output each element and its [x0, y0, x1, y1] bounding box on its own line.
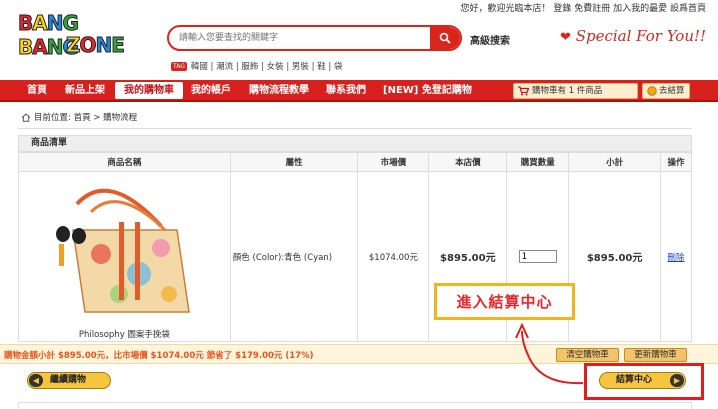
search-box — [167, 25, 462, 51]
tag-badge: TAG — [171, 62, 187, 71]
table-header-row: 商品名稱 屬性 市場價 本店價 購買數量 小計 操作 — [18, 152, 692, 172]
advanced-search-link[interactable]: 高級搜索 — [470, 32, 510, 47]
checkout-highlight-box — [584, 363, 704, 400]
search-input[interactable] — [179, 30, 419, 46]
arrow-left-icon: ◀ — [29, 374, 43, 387]
section-title: 商品清單 — [18, 135, 692, 152]
product-image[interactable] — [49, 174, 199, 314]
continue-shopping-button[interactable]: ◀ 繼續購物 — [27, 372, 111, 389]
breadcrumb: 目前位置: 首頁 > 購物流程 — [18, 111, 692, 129]
summary-text: 購物金額小計 $895.00元，比市場價 $1074.00元 節省了 $179.… — [4, 351, 314, 361]
market-price: $1074.00元 — [357, 171, 430, 342]
top-links[interactable]: 您好，歡迎光臨本店！ 登錄 免費註冊 加入我的最愛 設爲首頁 — [461, 1, 706, 14]
update-cart-button[interactable]: 更新購物車 — [624, 348, 687, 362]
action-cell: 刪除 — [660, 171, 692, 342]
clear-cart-button[interactable]: 清空購物車 — [556, 348, 619, 362]
cart-info-label: 購物車有 1 件商品 — [532, 86, 603, 96]
col-product-name: 商品名稱 — [18, 152, 231, 172]
product-name[interactable]: Philosophy 圖案手挽袋 — [19, 328, 230, 340]
delete-link[interactable]: 刪除 — [668, 253, 685, 263]
nav-my-cart[interactable]: 我的購物車 — [115, 82, 183, 99]
continue-shopping-label: 繼續購物 — [50, 375, 87, 385]
product-cell: Philosophy 圖案手挽袋 — [18, 171, 231, 342]
nav-my-account[interactable]: 我的帳戶 — [188, 82, 234, 99]
nav-checkout-button[interactable]: 去結算 — [642, 83, 690, 99]
nav-home[interactable]: 首頁 — [18, 82, 56, 99]
checkout-callout: 進入結算中心 — [434, 283, 575, 320]
hot-tags: TAG 韓國 | 潮流 | 服飾 | 女裝 | 男裝 | 鞋 | 袋 — [171, 60, 342, 72]
site-logo[interactable]: BANG BANG ZONE — [17, 11, 140, 63]
handbag-image — [56, 188, 191, 313]
search-icon — [439, 32, 451, 44]
coin-icon — [647, 86, 657, 96]
nav-contact-us[interactable]: 聯系我們 — [323, 82, 369, 99]
logo-text-line2: ZONE — [66, 33, 126, 58]
nav-shopping-guide[interactable]: 購物流程教學 — [244, 82, 314, 99]
heart-icon: ❤ — [560, 30, 571, 45]
special-text: Special For You!! — [575, 27, 707, 45]
search-button[interactable] — [430, 27, 460, 49]
subtotal: $895.00元 — [568, 171, 662, 342]
product-attributes: 顏色 (Color):青色 (Cyan) — [229, 171, 359, 342]
nav-checkout-label: 去結算 — [659, 86, 685, 96]
col-attributes: 屬性 — [229, 152, 359, 172]
nav-guest-checkout[interactable]: [NEW] 免登記購物 — [383, 82, 472, 99]
col-subtotal: 小計 — [568, 152, 662, 172]
col-action: 操作 — [660, 152, 692, 172]
quantity-input[interactable] — [518, 250, 557, 263]
table-row: Philosophy 圖案手挽袋 顏色 (Color):青色 (Cyan) $1… — [18, 171, 692, 342]
col-quantity: 購買數量 — [506, 152, 570, 172]
nav-new-arrivals[interactable]: 新品上架 — [62, 82, 108, 99]
footer-divider — [18, 402, 692, 409]
breadcrumb-text[interactable]: 目前位置: 首頁 > 購物流程 — [34, 113, 137, 123]
cart-info-button[interactable]: 購物車有 1 件商品 — [513, 83, 638, 99]
cart-table: 商品名稱 屬性 市場價 本店價 購買數量 小計 操作 Philosophy 圖案… — [18, 152, 692, 342]
col-market-price: 市場價 — [357, 152, 430, 172]
callout-text: 進入結算中心 — [456, 293, 553, 311]
hot-tags-list[interactable]: 韓國 | 潮流 | 服飾 | 女裝 | 男裝 | 鞋 | 袋 — [191, 62, 343, 72]
home-icon — [21, 113, 31, 122]
cart-icon — [518, 86, 529, 96]
special-for-you-banner: ❤ Special For You!! — [560, 27, 706, 45]
col-shop-price: 本店價 — [428, 152, 508, 172]
